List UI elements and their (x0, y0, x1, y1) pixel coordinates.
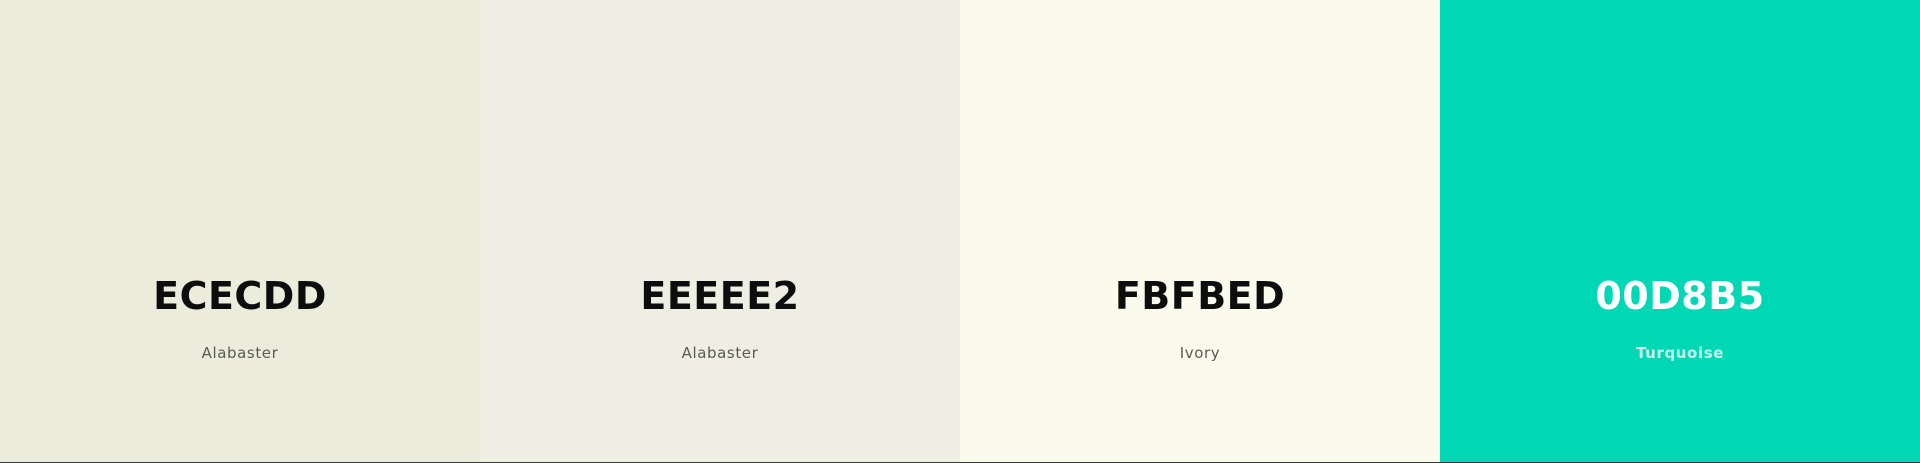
swatch-2[interactable]: EEEEE2 Alabaster (480, 0, 960, 462)
swatch-1[interactable]: ECECDD Alabaster (0, 0, 480, 462)
swatch-3[interactable]: FBFBED Ivory (960, 0, 1440, 462)
swatch-hex-code[interactable]: ECECDD (0, 272, 480, 320)
swatch-color-name: Turquoise (1635, 344, 1725, 362)
swatch-color-name: Ivory (1179, 344, 1221, 362)
swatch-hex-code[interactable]: FBFBED (960, 272, 1440, 320)
swatch-4[interactable]: 00D8B5 Turquoise (1440, 0, 1920, 462)
swatch-color-name: Alabaster (201, 344, 279, 362)
color-palette: ECECDD Alabaster EEEEE2 Alabaster FBFBED… (0, 0, 1920, 463)
swatch-hex-code[interactable]: 00D8B5 (1440, 272, 1920, 320)
swatch-color-name: Alabaster (681, 344, 759, 362)
swatch-hex-code[interactable]: EEEEE2 (480, 272, 960, 320)
